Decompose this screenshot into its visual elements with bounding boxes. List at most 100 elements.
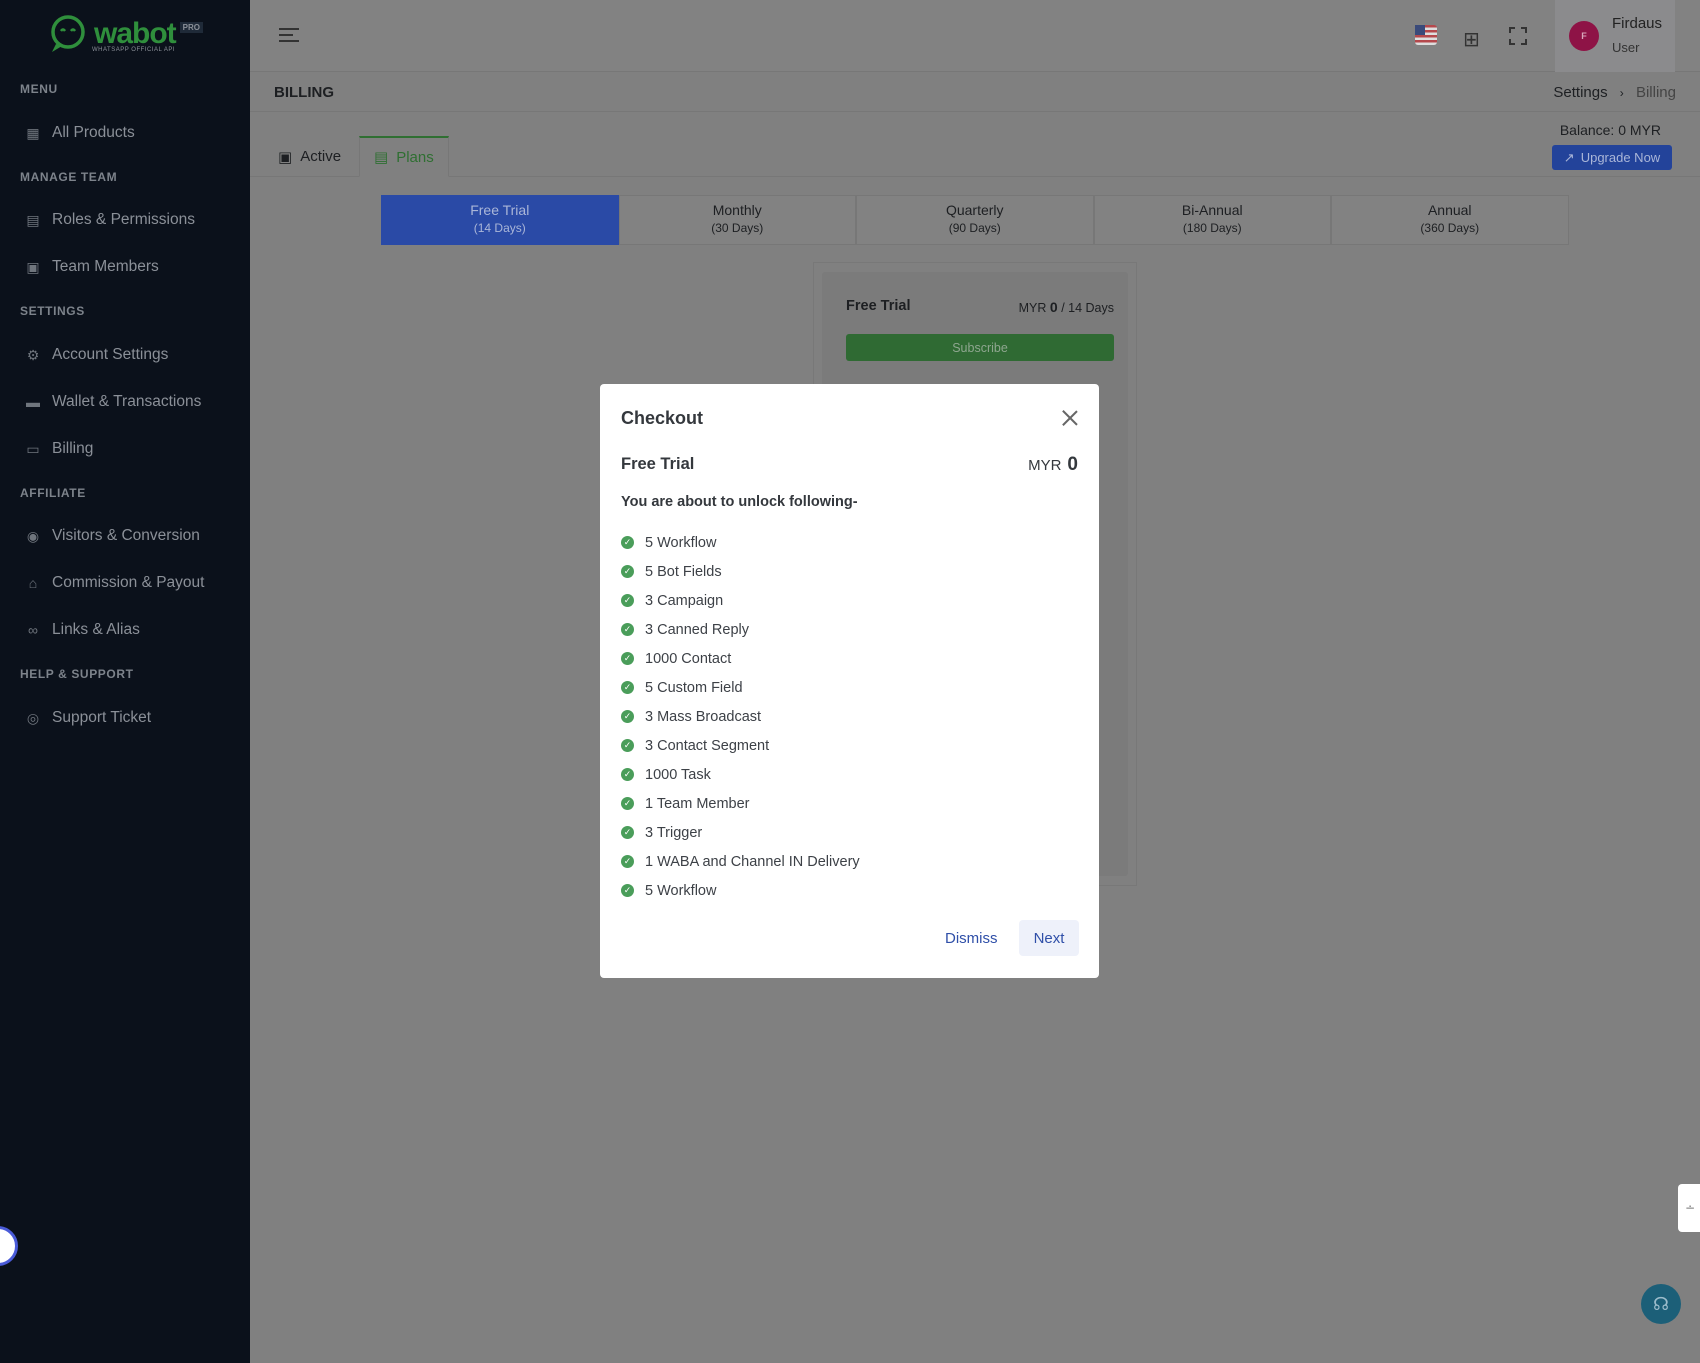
apps-grid-icon[interactable]: ⊞ — [1463, 27, 1480, 52]
check-circle-icon: ✓ — [621, 884, 634, 897]
page-title: BILLING — [274, 84, 334, 101]
checkout-modal: Checkout Free Trial MYR 0 You are about t… — [600, 384, 1099, 978]
feature-item: ✓ 3 Trigger — [621, 818, 860, 847]
sidebar-item[interactable]: ▤ Roles & Permissions — [26, 211, 195, 229]
sidebar-item[interactable]: ▣ Team Members — [26, 258, 159, 276]
plan-tab[interactable]: Free Trial (14 Days) — [381, 195, 619, 245]
sidebar-section-title: HELP & SUPPORT — [20, 667, 134, 681]
feature-item: ✓ 5 Custom Field — [621, 673, 860, 702]
sidebar: wabot PRO WHATSAPP OFFICIAL API MENU ▦ All… — [0, 0, 250, 1363]
menu-toggle-icon[interactable] — [279, 28, 299, 42]
lifebuoy-icon: ◎ — [26, 710, 40, 726]
check-circle-icon: ✓ — [621, 594, 634, 607]
modal-plan-price: MYR 0 — [1028, 454, 1078, 475]
check-circle-icon: ✓ — [621, 565, 634, 578]
sidebar-item[interactable]: ◉ Visitors & Conversion — [26, 527, 200, 545]
sidebar-item-label: All Products — [52, 124, 135, 141]
fullscreen-icon[interactable] — [1509, 27, 1527, 45]
feature-item: ✓ 1 Team Member — [621, 789, 860, 818]
document-icon: ▤ — [374, 149, 389, 166]
check-circle-icon: ✓ — [621, 536, 634, 549]
feature-item: ✓ 5 Workflow — [621, 876, 860, 905]
sidebar-item-label: Account Settings — [52, 346, 169, 363]
modal-plan-name: Free Trial — [621, 455, 695, 473]
user-menu[interactable]: F Firdaus User — [1555, 0, 1675, 72]
sidebar-item[interactable]: ◎ Support Ticket — [26, 709, 151, 727]
us-flag-icon[interactable] — [1415, 25, 1437, 45]
avatar: F — [1569, 21, 1599, 51]
plan-card-price: MYR 0 / 14 Days — [1018, 299, 1114, 315]
feature-item: ✓ 1 WABA and Channel IN Delivery — [621, 847, 860, 876]
next-button[interactable]: Next — [1019, 920, 1079, 956]
feature-item: ✓ 5 Bot Fields — [621, 557, 860, 586]
plan-tab[interactable]: Quarterly (90 Days) — [856, 195, 1094, 245]
pro-badge: PRO — [179, 21, 204, 33]
user-role: User — [1612, 40, 1640, 55]
tab-plans[interactable]: ▤ Plans — [359, 136, 449, 177]
plan-tab[interactable]: Bi-Annual (180 Days) — [1093, 195, 1331, 245]
user-name: Firdaus — [1612, 15, 1663, 32]
page-header: BILLING Settings › Billing — [250, 72, 1700, 112]
sidebar-item[interactable]: ▦ All Products — [26, 124, 135, 142]
credit-card-icon: ▭ — [26, 441, 40, 457]
sidebar-item[interactable]: ∞ Links & Alias — [26, 621, 140, 639]
feature-item: ✓ 3 Mass Broadcast — [621, 702, 860, 731]
check-circle-icon: ✓ — [621, 681, 634, 694]
breadcrumb-settings[interactable]: Settings — [1553, 84, 1607, 101]
sidebar-item-label: Roles & Permissions — [52, 211, 195, 228]
plan-card-title: Free Trial — [846, 298, 911, 314]
sidebar-item-label: Visitors & Conversion — [52, 527, 200, 544]
sidebar-item-label: Team Members — [52, 258, 159, 275]
tab-active[interactable]: ▣ Active — [264, 136, 355, 177]
sidebar-item-label: Wallet & Transactions — [52, 393, 202, 410]
feature-list: ✓ 5 Workflow ✓ 5 Bot Fields ✓ 3 Campaign ✓ 3 Ca… — [621, 528, 860, 905]
modal-subtitle: You are about to unlock following- — [621, 494, 858, 510]
sidebar-section-title: MANAGE TEAM — [20, 170, 118, 184]
bank-icon: ⌂ — [28, 575, 38, 591]
contacts-icon: ▣ — [26, 259, 40, 275]
sidebar-item[interactable]: ▬ Wallet & Transactions — [26, 393, 201, 411]
gear-icon: ⚙ — [26, 347, 40, 363]
sidebar-item[interactable]: ⌂ Commission & Payout — [26, 574, 205, 592]
sidebar-section-title: SETTINGS — [20, 304, 85, 318]
headset-icon: ☊ — [1653, 1294, 1669, 1314]
check-circle-icon: ✓ — [621, 768, 634, 781]
plan-period-selector: Free Trial (14 Days) Monthly (30 Days) Quart… — [381, 195, 1569, 245]
sidebar-item[interactable]: ▭ Billing — [26, 440, 93, 458]
logo[interactable]: wabot PRO WHATSAPP OFFICIAL API — [46, 14, 204, 54]
sidebar-item-label: Links & Alias — [52, 621, 140, 638]
subscribe-button[interactable]: Subscribe — [846, 334, 1114, 361]
check-circle-icon: ✓ — [621, 797, 634, 810]
feature-item: ✓ 1000 Task — [621, 760, 860, 789]
sidebar-item[interactable]: ⚙ Account Settings — [26, 346, 169, 364]
sidebar-item-label: Billing — [52, 440, 94, 457]
brand-name: wabot — [94, 17, 177, 50]
tabs: ▣ Active ▤ Plans — [250, 136, 1700, 177]
breadcrumb-billing: Billing — [1635, 84, 1676, 101]
feature-item: ✓ 3 Canned Reply — [621, 615, 860, 644]
feature-item: ✓ 5 Workflow — [621, 528, 860, 557]
feature-item: ✓ 3 Contact Segment — [621, 731, 860, 760]
sidebar-section-title: AFFILIATE — [20, 486, 86, 500]
sidebar-item-label: Support Ticket — [52, 709, 152, 726]
breadcrumb: Settings › Billing — [1553, 84, 1676, 101]
briefcase-icon: ▣ — [278, 148, 293, 166]
plan-tab[interactable]: Annual (360 Days) — [1331, 195, 1569, 245]
support-chat-button[interactable]: ☊ — [1641, 1284, 1681, 1324]
check-circle-icon: ✓ — [621, 826, 634, 839]
feature-item: ✓ 1000 Contact — [621, 644, 860, 673]
plan-tab[interactable]: Monthly (30 Days) — [618, 195, 856, 245]
grid-icon: ▦ — [26, 125, 40, 141]
chevron-right-icon: › — [1619, 86, 1624, 100]
topbar — [250, 0, 1700, 72]
wallet-icon: ▬ — [26, 394, 40, 410]
check-circle-icon: ✓ — [621, 855, 634, 868]
chat-bot-icon — [51, 15, 85, 52]
close-icon[interactable] — [1060, 408, 1080, 428]
check-circle-icon: ✓ — [621, 739, 634, 752]
modal-title: Checkout — [621, 408, 704, 428]
dismiss-button[interactable]: Dismiss — [945, 920, 998, 956]
check-circle-icon: ✓ — [621, 623, 634, 636]
side-panel-toggle[interactable]: ∸ — [1678, 1184, 1700, 1232]
check-circle-icon: ✓ — [621, 652, 634, 665]
